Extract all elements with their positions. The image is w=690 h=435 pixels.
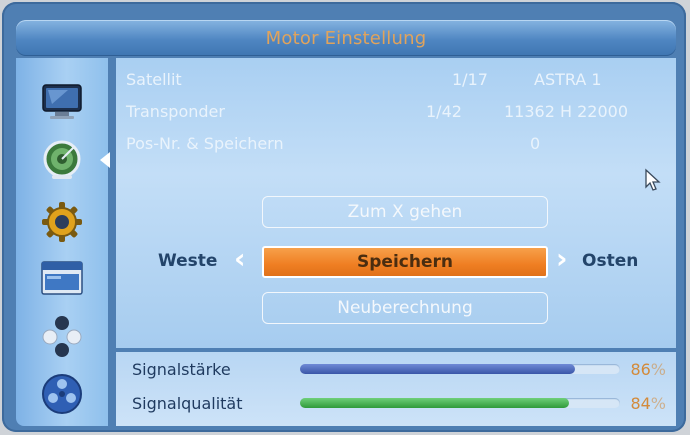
signal-panel: Signalstärke 86% Signalqualität 84% (116, 352, 676, 426)
transponder-label: Transponder (126, 102, 225, 121)
east-label: Osten (582, 251, 639, 271)
sidebar (16, 58, 108, 426)
satellite-dish-icon[interactable] (40, 138, 84, 179)
signal-quality-bar (300, 398, 620, 408)
goto-x-button[interactable]: Zum X gehen (262, 196, 548, 228)
posnr-label: Pos-Nr. & Speichern (126, 134, 284, 153)
signal-strength-bar (300, 364, 620, 374)
signal-strength-fill (300, 364, 576, 374)
signal-quality-label: Signalqualität (132, 394, 243, 413)
motor-settings-panel: Satellit 1/17 ASTRA 1 Transponder 1/42 1… (116, 58, 676, 348)
west-label: Weste (158, 251, 218, 271)
save-button[interactable]: Speichern (262, 246, 548, 278)
signal-quality-value: 84% (630, 394, 666, 413)
tv-icon[interactable] (40, 82, 84, 122)
recalculate-button[interactable]: Neuberechnung (262, 292, 548, 324)
signal-quality-fill (300, 398, 569, 408)
transponder-row[interactable]: Transponder 1/42 11362 H 22000 (126, 98, 666, 126)
transponder-value: 11362 H 22000 (504, 102, 628, 121)
transponder-index: 1/42 (426, 102, 462, 121)
window-app-icon[interactable] (40, 258, 84, 298)
media-reel-icon[interactable] (40, 372, 84, 414)
posnr-value: 0 (530, 134, 541, 153)
signal-strength-label: Signalstärke (132, 360, 231, 379)
selection-pointer-icon (100, 152, 110, 168)
chevron-left-icon[interactable]: ‹ (234, 242, 246, 275)
satellite-index: 1/17 (452, 70, 488, 89)
mouse-pointer-icon (644, 168, 662, 196)
satellite-name: ASTRA 1 (534, 70, 602, 89)
chevron-right-icon[interactable]: › (556, 242, 568, 275)
app-frame: Motor Einstellung Satellit 1/17 ASTRA 1 … (2, 2, 686, 432)
window-title: Motor Einstellung (16, 20, 676, 56)
gear-icon[interactable] (40, 200, 84, 242)
satellite-row[interactable]: Satellit 1/17 ASTRA 1 (126, 66, 666, 94)
game-pad-icon[interactable] (40, 314, 84, 357)
signal-strength-value: 86% (630, 360, 666, 379)
posnr-row[interactable]: Pos-Nr. & Speichern 0 (126, 130, 666, 158)
satellite-label: Satellit (126, 70, 182, 89)
